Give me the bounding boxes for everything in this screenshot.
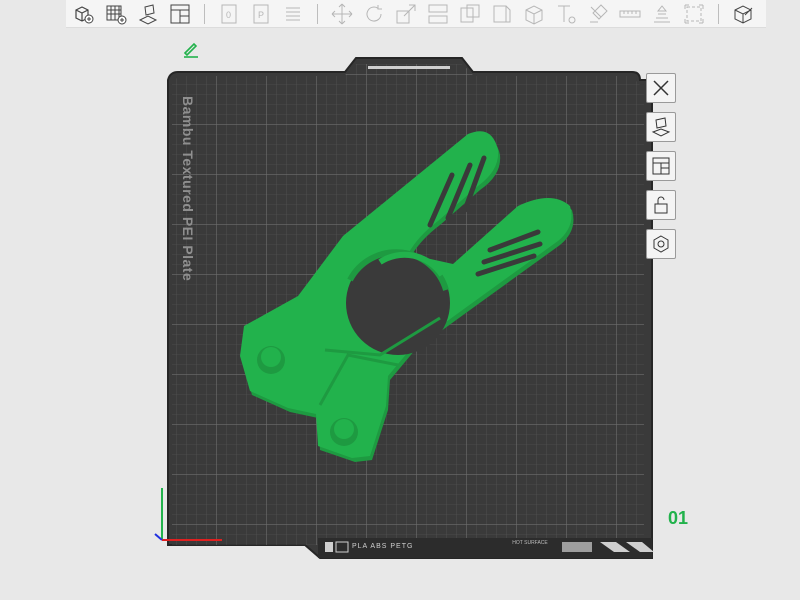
lock-icon bbox=[654, 196, 668, 214]
filament-types-label: PLA ABS PETG bbox=[352, 543, 414, 550]
hot-surface-label: HOT SURFACE bbox=[512, 540, 548, 546]
auto-orient-icon bbox=[651, 117, 671, 137]
settings-icon bbox=[653, 235, 669, 253]
plate-type-label: Bambu Textured PEI Plate bbox=[180, 96, 196, 282]
close-plate-button[interactable] bbox=[646, 73, 676, 103]
close-icon bbox=[653, 80, 669, 96]
arrange-icon bbox=[652, 157, 670, 175]
arrange-plate-button[interactable] bbox=[646, 151, 676, 181]
plate-settings-button[interactable] bbox=[646, 229, 676, 259]
plate-number: 01 bbox=[668, 508, 689, 528]
lock-plate-button[interactable] bbox=[646, 190, 676, 220]
auto-orient-button[interactable] bbox=[646, 112, 676, 142]
plate-side-toolbar bbox=[646, 73, 678, 268]
